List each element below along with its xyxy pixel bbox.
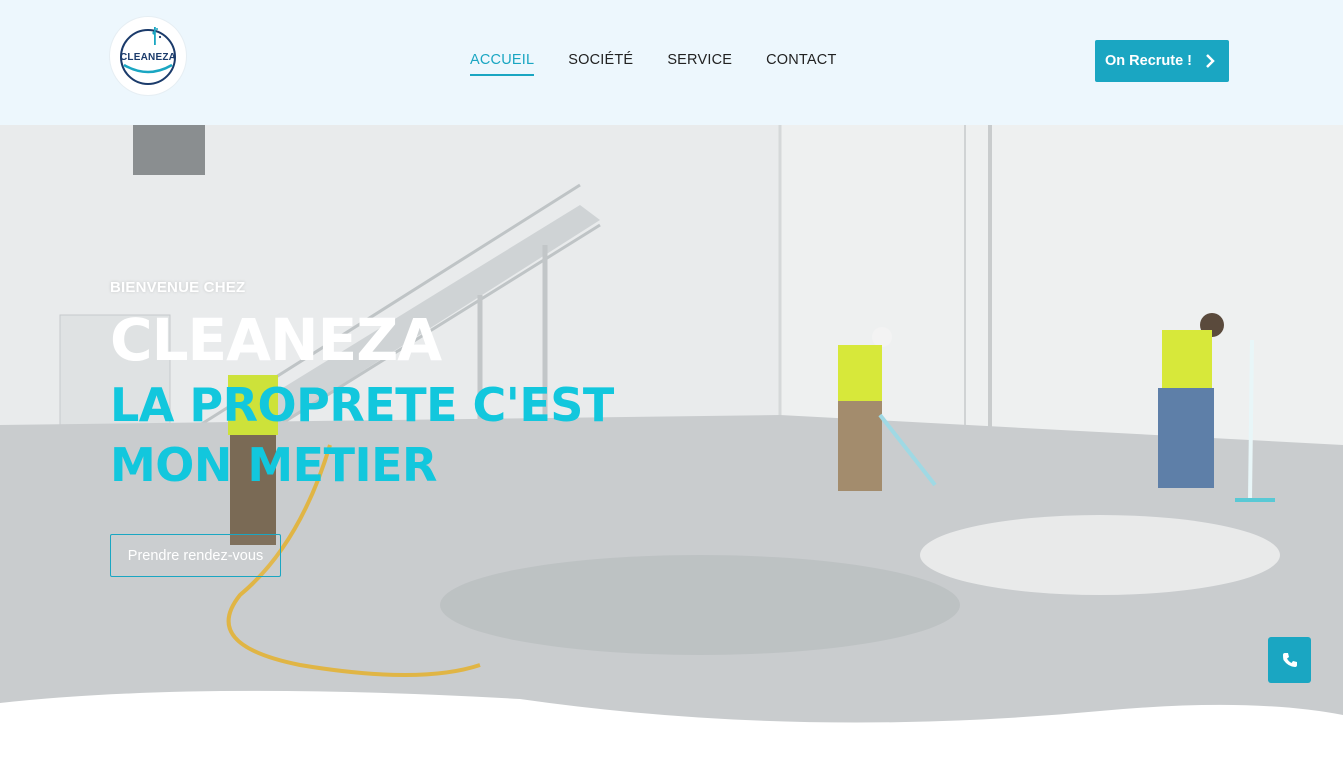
site-header: CLEANEZA ACCUEIL SOCIÉTÉ SERVICE CONTACT… (0, 0, 1343, 125)
appointment-button[interactable]: Prendre rendez-vous (110, 534, 281, 577)
logo[interactable]: CLEANEZA (110, 17, 186, 95)
recruit-label: On Recrute ! (1105, 53, 1193, 69)
hero-tagline: LA PROPRETE C'EST MON METIER (110, 378, 614, 492)
hero-wave-divider (0, 690, 1343, 731)
nav-item-contact[interactable]: CONTACT (766, 52, 836, 76)
hero-text: BIENVENUE CHEZ CLEANEZA LA PROPRETE C'ES… (110, 279, 750, 495)
nav-item-accueil[interactable]: ACCUEIL (470, 52, 535, 76)
recruit-button[interactable]: On Recrute ! (1095, 40, 1229, 82)
logo-text: CLEANEZA (120, 52, 177, 63)
main-nav: ACCUEIL SOCIÉTÉ SERVICE CONTACT (470, 52, 871, 76)
nav-item-societe[interactable]: SOCIÉTÉ (568, 52, 633, 76)
nav-item-service[interactable]: SERVICE (667, 52, 732, 76)
chevron-right-icon (1206, 54, 1215, 68)
phone-button[interactable] (1268, 637, 1311, 683)
hero-brand: CLEANEZA (110, 306, 442, 374)
hero-welcome: BIENVENUE CHEZ (110, 279, 246, 296)
phone-icon (1282, 653, 1297, 667)
